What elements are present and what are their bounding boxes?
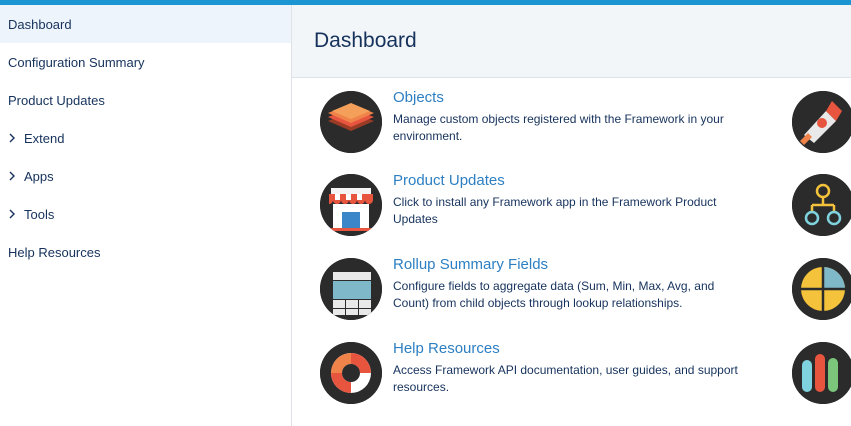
card-objects: Objects Manage custom objects registered… [320,89,780,155]
sidebar-item-label: Product Updates [8,92,105,108]
store-icon[interactable] [320,174,382,236]
card-title-link[interactable]: Product Updates [393,172,505,189]
chevron-right-icon [8,169,24,184]
sidebar-item-tools[interactable]: Tools [0,195,291,233]
card-rollup-summary-fields: Rollup Summary Fields Configure fields t… [320,256,780,322]
sidebar-item-extend[interactable]: Extend [0,119,291,157]
card-product-updates: Product Updates Click to install any Fra… [320,172,780,238]
chevron-right-icon [8,207,24,222]
sidebar-item-product-updates[interactable]: Product Updates [0,81,291,119]
card-description: Access Framework API documentation, user… [393,363,738,394]
sidebar-item-configuration-summary[interactable]: Configuration Summary [0,43,291,81]
sidebar-item-label: Apps [24,168,54,184]
life-ring-icon[interactable] [320,342,382,404]
sidebar-item-label: Tools [24,206,55,222]
card-description: Click to install any Framework app in th… [393,195,717,226]
hierarchy-icon[interactable] [792,174,851,236]
page-title: Dashboard [314,29,417,52]
bars-icon[interactable] [792,342,851,404]
main-content: Dashboard Objects Manage custom objects … [292,5,851,426]
card-title-link[interactable]: Help Resources [393,340,500,357]
sidebar-item-apps[interactable]: Apps [0,157,291,195]
card-title-link[interactable]: Objects [393,89,444,106]
pie-icon[interactable] [792,258,851,320]
chevron-right-icon [8,131,24,146]
table-icon[interactable] [320,258,382,320]
sidebar-item-label: Configuration Summary [8,54,145,70]
sidebar-item-label: Dashboard [8,16,72,32]
card-help-resources: Help Resources Access Framework API docu… [320,340,780,406]
card-title-link[interactable]: Rollup Summary Fields [393,256,548,273]
layers-icon[interactable] [320,91,382,153]
sidebar: Dashboard Configuration Summary Product … [0,5,292,426]
page-header: Dashboard [292,5,851,78]
card-description: Manage custom objects registered with th… [393,112,724,143]
sidebar-item-dashboard[interactable]: Dashboard [0,5,291,43]
sidebar-item-label: Extend [24,130,65,146]
sidebar-item-label: Help Resources [8,244,101,260]
card-description: Configure fields to aggregate data (Sum,… [393,279,715,310]
sidebar-item-help-resources[interactable]: Help Resources [0,233,291,271]
rocket-icon[interactable] [792,91,851,153]
